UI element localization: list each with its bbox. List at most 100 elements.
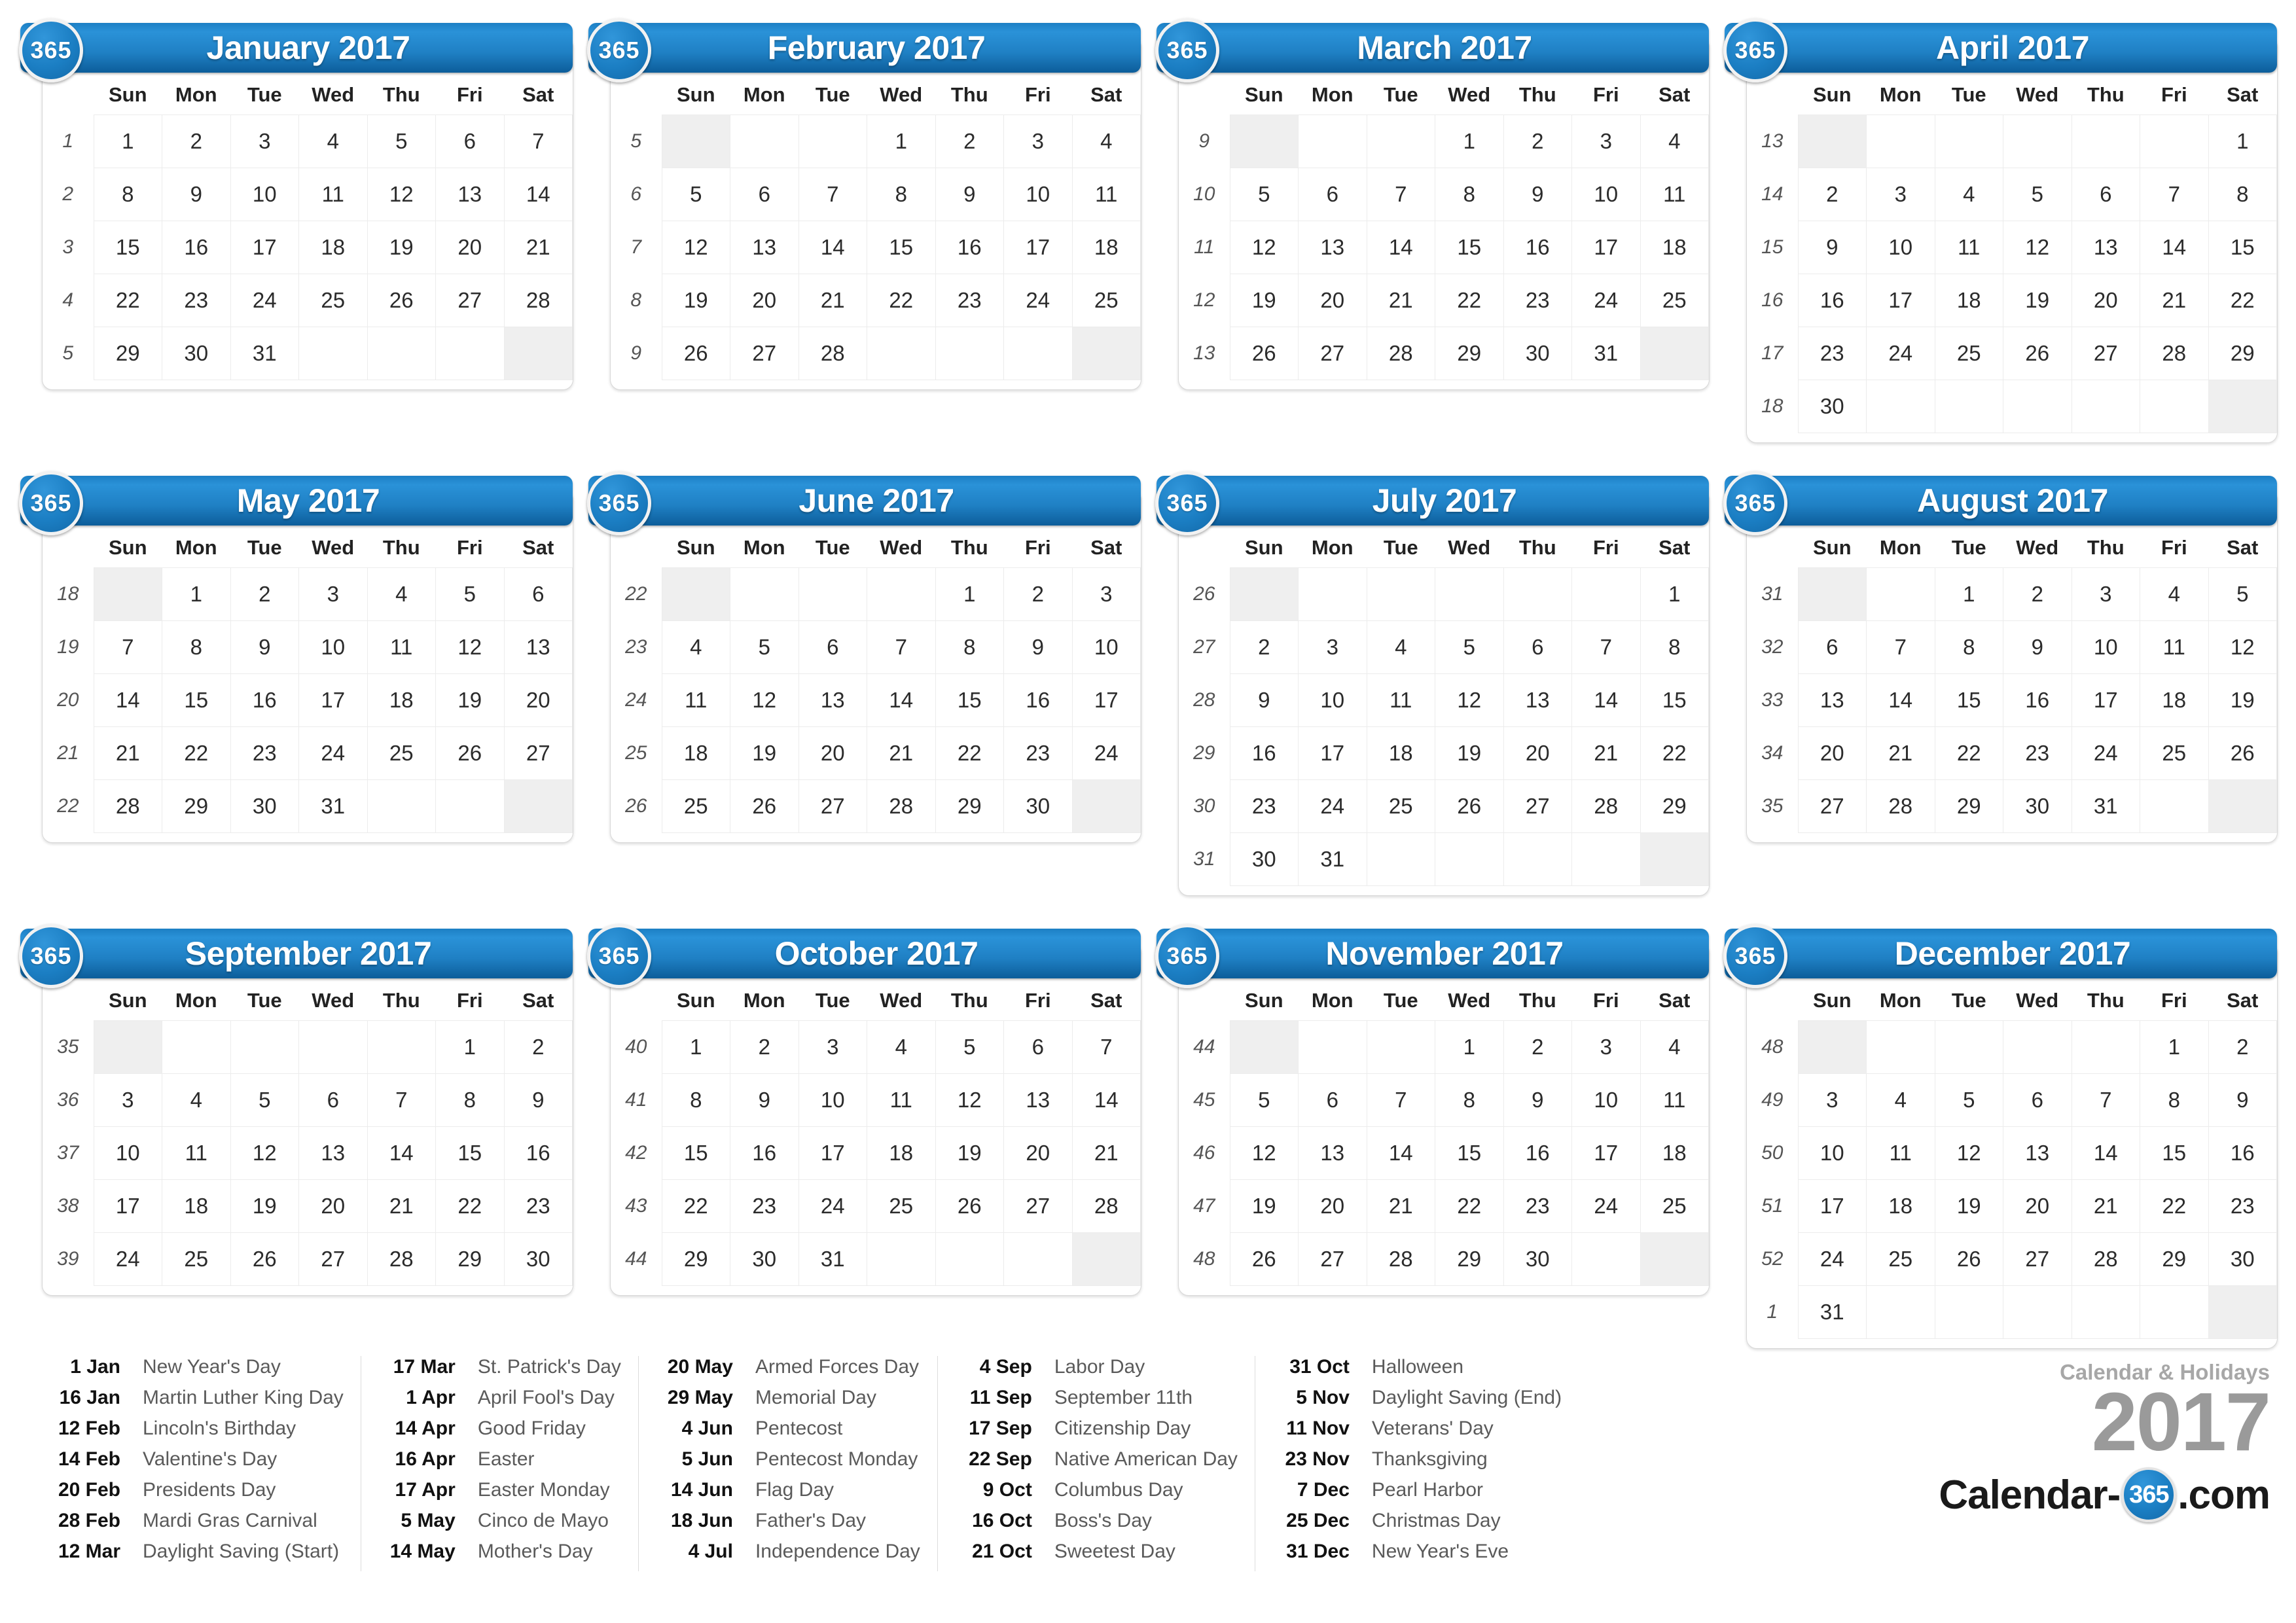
day-cell[interactable]: 2: [730, 1020, 799, 1074]
day-cell[interactable]: 26: [935, 1179, 1004, 1233]
day-cell[interactable]: 24: [1571, 1179, 1641, 1233]
day-cell[interactable]: 28: [367, 1232, 436, 1286]
day-cell[interactable]: 9: [2003, 620, 2072, 674]
day-cell[interactable]: 13: [1003, 1073, 1073, 1127]
day-cell[interactable]: 16: [935, 221, 1004, 274]
day-cell[interactable]: 6: [1298, 168, 1367, 221]
day-cell[interactable]: 22: [935, 726, 1004, 780]
day-cell[interactable]: 28: [1571, 779, 1641, 833]
day-cell[interactable]: 19: [367, 221, 436, 274]
day-cell[interactable]: 24: [1571, 274, 1641, 327]
day-cell[interactable]: 24: [298, 726, 368, 780]
day-cell[interactable]: 26: [230, 1232, 299, 1286]
day-cell[interactable]: 19: [2003, 274, 2072, 327]
day-cell[interactable]: 27: [1003, 1179, 1073, 1233]
day-cell[interactable]: 19: [435, 673, 505, 727]
day-cell[interactable]: 27: [1298, 327, 1367, 380]
day-cell[interactable]: 4: [1866, 1073, 1935, 1127]
day-cell[interactable]: 2: [1003, 567, 1073, 621]
day-cell[interactable]: 4: [661, 620, 730, 674]
day-cell[interactable]: 2: [1797, 168, 1867, 221]
day-cell[interactable]: 17: [1797, 1179, 1867, 1233]
day-cell[interactable]: 10: [1298, 673, 1367, 727]
day-cell[interactable]: 18: [1071, 221, 1141, 274]
day-cell[interactable]: 10: [1866, 221, 1935, 274]
day-cell[interactable]: 26: [435, 726, 505, 780]
day-cell[interactable]: 24: [1071, 726, 1141, 780]
day-cell[interactable]: 9: [1503, 168, 1572, 221]
day-cell[interactable]: 25: [298, 274, 368, 327]
day-cell[interactable]: 1: [1435, 1020, 1504, 1074]
day-cell[interactable]: 4: [2140, 567, 2209, 621]
day-cell[interactable]: 4: [1071, 115, 1141, 168]
day-cell[interactable]: 24: [93, 1232, 162, 1286]
day-cell[interactable]: 28: [2140, 327, 2209, 380]
day-cell[interactable]: 11: [1366, 673, 1435, 727]
day-cell[interactable]: 1: [2140, 1020, 2209, 1074]
day-cell[interactable]: 1: [1640, 567, 1709, 621]
day-cell[interactable]: 6: [798, 620, 867, 674]
day-cell[interactable]: 30: [230, 779, 299, 833]
day-cell[interactable]: 26: [1934, 1232, 2003, 1286]
day-cell[interactable]: 21: [798, 274, 867, 327]
day-cell[interactable]: 7: [867, 620, 936, 674]
day-cell[interactable]: 30: [1503, 327, 1572, 380]
day-cell[interactable]: 5: [230, 1073, 299, 1127]
day-cell[interactable]: 20: [1298, 1179, 1367, 1233]
day-cell[interactable]: 22: [661, 1179, 730, 1233]
day-cell[interactable]: 28: [1071, 1179, 1141, 1233]
day-cell[interactable]: 7: [367, 1073, 436, 1127]
day-cell[interactable]: 17: [298, 673, 368, 727]
day-cell[interactable]: 21: [1366, 274, 1435, 327]
day-cell[interactable]: 20: [435, 221, 505, 274]
day-cell[interactable]: 31: [1571, 327, 1641, 380]
day-cell[interactable]: 10: [798, 1073, 867, 1127]
day-cell[interactable]: 12: [730, 673, 799, 727]
day-cell[interactable]: 31: [298, 779, 368, 833]
day-cell[interactable]: 26: [1229, 1232, 1299, 1286]
day-cell[interactable]: 6: [730, 168, 799, 221]
day-cell[interactable]: 11: [162, 1126, 231, 1180]
day-cell[interactable]: 13: [1797, 673, 1867, 727]
day-cell[interactable]: 31: [798, 1232, 867, 1286]
day-cell[interactable]: 4: [367, 567, 436, 621]
day-cell[interactable]: 4: [867, 1020, 936, 1074]
day-cell[interactable]: 12: [1435, 673, 1504, 727]
day-cell[interactable]: 29: [2208, 327, 2277, 380]
day-cell[interactable]: 19: [1229, 274, 1299, 327]
day-cell[interactable]: 10: [1797, 1126, 1867, 1180]
day-cell[interactable]: 16: [730, 1126, 799, 1180]
day-cell[interactable]: 3: [1571, 1020, 1641, 1074]
day-cell[interactable]: 11: [661, 673, 730, 727]
day-cell[interactable]: 27: [435, 274, 505, 327]
day-cell[interactable]: 17: [1298, 726, 1367, 780]
day-cell[interactable]: 8: [2140, 1073, 2209, 1127]
day-cell[interactable]: 28: [1366, 327, 1435, 380]
day-cell[interactable]: 10: [1571, 1073, 1641, 1127]
day-cell[interactable]: 13: [1298, 221, 1367, 274]
day-cell[interactable]: 8: [93, 168, 162, 221]
day-cell[interactable]: 19: [1934, 1179, 2003, 1233]
day-cell[interactable]: 2: [162, 115, 231, 168]
day-cell[interactable]: 1: [162, 567, 231, 621]
day-cell[interactable]: 22: [1435, 1179, 1504, 1233]
day-cell[interactable]: 27: [1503, 779, 1572, 833]
day-cell[interactable]: 25: [1366, 779, 1435, 833]
day-cell[interactable]: 13: [503, 620, 573, 674]
day-cell[interactable]: 18: [867, 1126, 936, 1180]
day-cell[interactable]: 3: [230, 115, 299, 168]
day-cell[interactable]: 6: [1003, 1020, 1073, 1074]
day-cell[interactable]: 18: [1866, 1179, 1935, 1233]
day-cell[interactable]: 14: [1071, 1073, 1141, 1127]
day-cell[interactable]: 19: [230, 1179, 299, 1233]
day-cell[interactable]: 14: [1366, 221, 1435, 274]
day-cell[interactable]: 7: [1366, 168, 1435, 221]
day-cell[interactable]: 25: [367, 726, 436, 780]
day-cell[interactable]: 24: [1298, 779, 1367, 833]
day-cell[interactable]: 6: [2071, 168, 2140, 221]
day-cell[interactable]: 4: [298, 115, 368, 168]
day-cell[interactable]: 21: [867, 726, 936, 780]
day-cell[interactable]: 25: [1866, 1232, 1935, 1286]
day-cell[interactable]: 18: [1640, 221, 1709, 274]
day-cell[interactable]: 25: [1071, 274, 1141, 327]
